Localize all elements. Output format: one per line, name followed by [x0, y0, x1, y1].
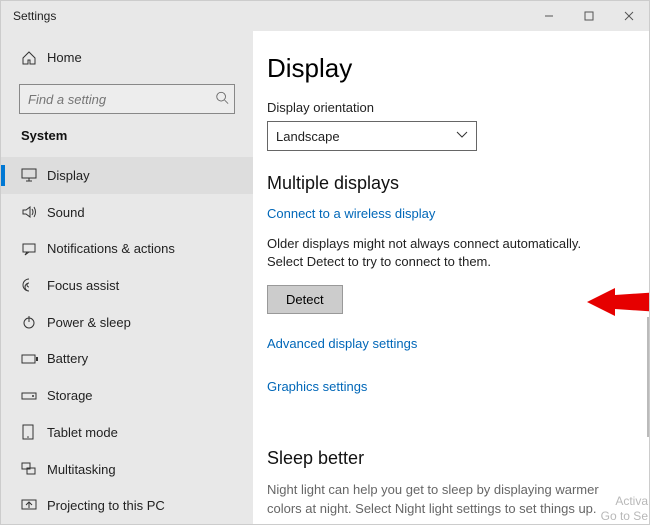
sidebar-item-label: Notifications & actions	[47, 241, 175, 256]
search-icon	[215, 91, 229, 108]
orientation-label: Display orientation	[267, 100, 635, 115]
sidebar-item-label: Focus assist	[47, 278, 119, 293]
multitasking-icon	[21, 462, 47, 476]
wireless-display-link[interactable]: Connect to a wireless display	[267, 206, 435, 221]
sidebar-item-multitasking[interactable]: Multitasking	[1, 451, 253, 488]
storage-icon	[21, 390, 47, 402]
minimize-button[interactable]	[529, 1, 569, 31]
window-title: Settings	[13, 9, 56, 23]
chevron-down-icon	[456, 130, 468, 142]
display-icon	[21, 168, 47, 182]
sidebar-item-label: Power & sleep	[47, 315, 131, 330]
graphics-settings-link[interactable]: Graphics settings	[267, 379, 367, 394]
sidebar-item-label: Battery	[47, 351, 88, 366]
sidebar-item-sound[interactable]: Sound	[1, 194, 253, 231]
sound-icon	[21, 205, 47, 219]
sidebar-item-label: Tablet mode	[47, 425, 118, 440]
content-pane: Display Display orientation Landscape Mu…	[253, 31, 649, 524]
maximize-button[interactable]	[569, 1, 609, 31]
home-icon	[21, 50, 47, 66]
tablet-icon	[21, 424, 47, 440]
power-icon	[21, 314, 47, 330]
detect-button[interactable]: Detect	[267, 285, 343, 314]
sidebar-item-label: Storage	[47, 388, 93, 403]
sidebar-item-battery[interactable]: Battery	[1, 341, 253, 378]
search-input[interactable]	[19, 84, 235, 114]
focus-assist-icon	[21, 277, 47, 293]
sidebar-section-head: System	[1, 128, 253, 143]
titlebar: Settings	[1, 1, 649, 31]
sidebar-item-label: Projecting to this PC	[47, 498, 165, 513]
sidebar-item-display[interactable]: Display	[1, 157, 253, 194]
settings-window: Settings Home System	[0, 0, 650, 525]
close-button[interactable]	[609, 1, 649, 31]
sleep-paragraph: Night light can help you get to sleep by…	[267, 481, 627, 517]
sidebar-item-power-sleep[interactable]: Power & sleep	[1, 304, 253, 341]
detect-paragraph: Older displays might not always connect …	[267, 235, 617, 271]
projecting-icon	[21, 499, 47, 513]
sidebar-item-notifications[interactable]: Notifications & actions	[1, 230, 253, 267]
sidebar-item-storage[interactable]: Storage	[1, 377, 253, 414]
sidebar-item-focus-assist[interactable]: Focus assist	[1, 267, 253, 304]
sidebar-item-projecting[interactable]: Projecting to this PC	[1, 487, 253, 524]
sleep-better-heading: Sleep better	[267, 448, 635, 469]
sidebar-item-label: Sound	[47, 205, 85, 220]
home-label: Home	[47, 50, 82, 65]
home-nav[interactable]: Home	[1, 41, 253, 74]
sidebar-item-label: Multitasking	[47, 462, 116, 477]
orientation-value: Landscape	[276, 129, 340, 144]
battery-icon	[21, 353, 47, 365]
sidebar-item-label: Display	[47, 168, 90, 183]
multiple-displays-heading: Multiple displays	[267, 173, 635, 194]
page-title: Display	[267, 53, 635, 84]
scrollbar[interactable]	[647, 317, 649, 437]
sidebar-item-tablet-mode[interactable]: Tablet mode	[1, 414, 253, 451]
notifications-icon	[21, 242, 47, 256]
sidebar: Home System Display Sound Notifications …	[1, 31, 253, 524]
advanced-display-link[interactable]: Advanced display settings	[267, 336, 417, 351]
orientation-dropdown[interactable]: Landscape	[267, 121, 477, 151]
